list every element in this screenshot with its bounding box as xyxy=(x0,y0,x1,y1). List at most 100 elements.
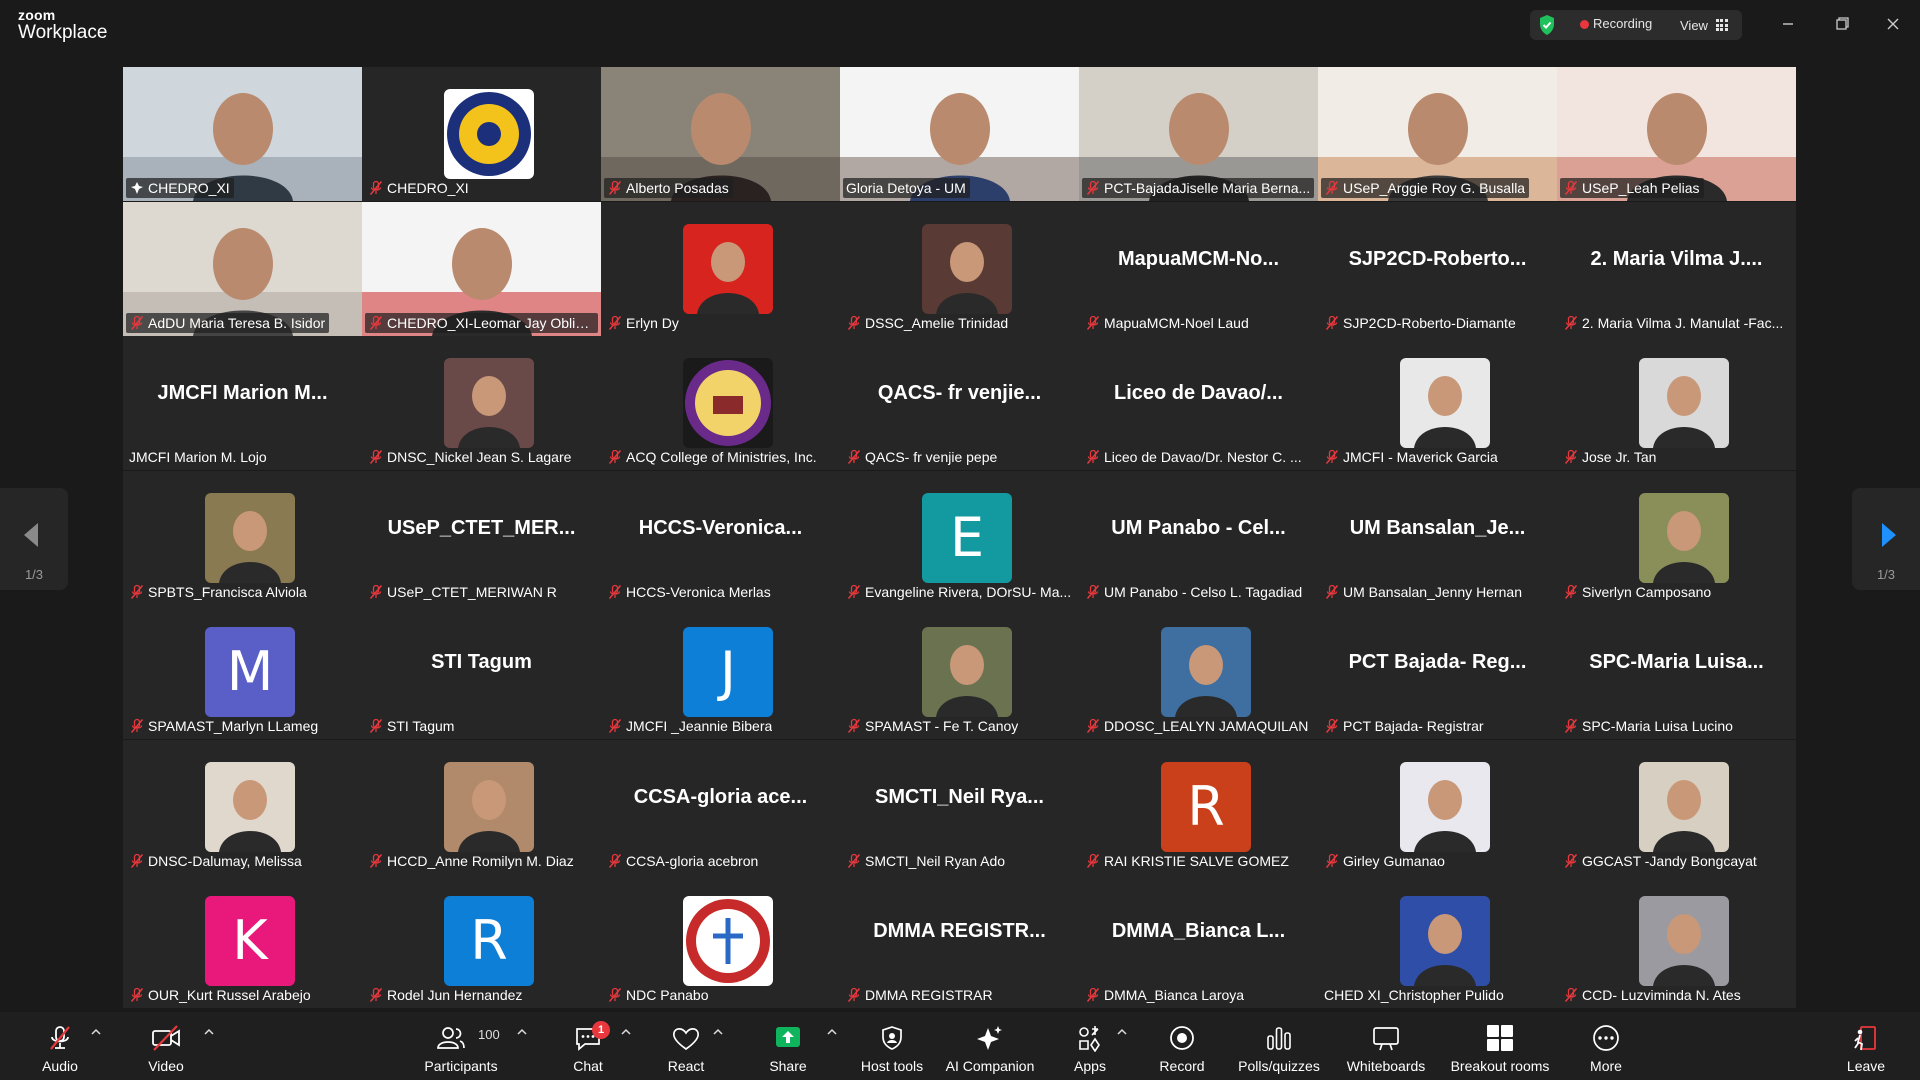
participant-tile[interactable]: UM Bansalan_Je... UM Bansalan_Jenny Herna… xyxy=(1318,471,1557,605)
participant-tile[interactable]: R Rodel Jun Hernandez xyxy=(362,874,601,1008)
muted-mic-icon xyxy=(1086,584,1100,599)
participant-tile[interactable]: JMCFI Marion M... JMCFI Marion M. Lojo xyxy=(123,336,362,470)
muted-mic-icon xyxy=(1086,718,1100,733)
polls-quizzes-button[interactable]: Polls/quizzes xyxy=(1232,1020,1326,1076)
muted-mic-icon xyxy=(1086,180,1100,195)
avatar-initial: R xyxy=(1161,762,1251,852)
audio-caret-icon[interactable] xyxy=(90,1028,102,1036)
apps-caret-icon[interactable] xyxy=(1116,1028,1128,1036)
participant-name-bar: Rodel Jun Hernandez xyxy=(365,985,526,1005)
leave-button[interactable]: Leave xyxy=(1834,1020,1898,1076)
participant-tile[interactable]: DDOSC_LEALYN JAMAQUILAN xyxy=(1079,605,1318,739)
participant-tile[interactable]: HCCS-Veronica... HCCS-Veronica Merlas xyxy=(601,471,840,605)
participant-tile[interactable]: M SPAMAST_Marlyn LLameg xyxy=(123,605,362,739)
participant-name: Evangeline Rivera, DOrSU- Ma... xyxy=(865,584,1072,600)
participant-tile[interactable]: Alberto Posadas xyxy=(601,67,840,201)
participant-tile[interactable]: SPAMAST - Fe T. Canoy xyxy=(840,605,1079,739)
minimize-icon[interactable] xyxy=(1775,12,1801,36)
participant-tile[interactable]: 2. Maria Vilma J.... 2. Maria Vilma J. Ma… xyxy=(1557,202,1796,336)
participant-tile[interactable]: Girley Gumanao xyxy=(1318,740,1557,874)
participant-tile[interactable]: DNSC_Nickel Jean S. Lagare xyxy=(362,336,601,470)
leave-door-icon xyxy=(1854,1026,1876,1051)
participants-caret-icon[interactable] xyxy=(516,1028,528,1036)
muted-mic-icon xyxy=(847,449,861,464)
participant-name-bar: USeP_Arggie Roy G. Busalla xyxy=(1321,178,1530,198)
participant-tile[interactable]: DMMA REGISTR... DMMA REGISTRAR xyxy=(840,874,1079,1008)
react-button[interactable]: React xyxy=(654,1020,718,1076)
participant-tile[interactable]: USeP_CTET_MER... USeP_CTET_MERIWAN R xyxy=(362,471,601,605)
participant-tile[interactable]: SJP2CD-Roberto... SJP2CD-Roberto-Diamante xyxy=(1318,202,1557,336)
participant-tile[interactable]: Liceo de Davao/... Liceo de Davao/Dr. Nes… xyxy=(1079,336,1318,470)
recording-label[interactable]: Recording xyxy=(1593,16,1652,31)
participant-tile[interactable]: Jose Jr. Tan xyxy=(1557,336,1796,470)
participant-display-name: PCT Bajada- Reg... xyxy=(1348,651,1527,673)
video-button[interactable]: Video xyxy=(134,1020,198,1076)
next-page-button[interactable]: 1/3 xyxy=(1852,488,1920,590)
avatar xyxy=(444,358,534,448)
participant-tile[interactable]: R RAI KRISTIE SALVE GOMEZ xyxy=(1079,740,1318,874)
participant-tile[interactable]: AdDU Maria Teresa B. Isidor xyxy=(123,202,362,336)
audio-button[interactable]: Audio xyxy=(28,1020,92,1076)
share-button[interactable]: Share xyxy=(756,1020,820,1076)
participant-tile[interactable]: J JMCFI _Jeannie Bibera xyxy=(601,605,840,739)
muted-mic-icon xyxy=(847,987,861,1002)
participant-name: USeP_Arggie Roy G. Busalla xyxy=(1343,180,1526,196)
more-button[interactable]: More xyxy=(1574,1020,1638,1076)
breakout-rooms-button[interactable]: Breakout rooms xyxy=(1446,1020,1554,1076)
participant-tile[interactable]: UM Panabo - Cel... UM Panabo - Celso L. T… xyxy=(1079,471,1318,605)
participant-name: UM Panabo - Celso L. Tagadiad xyxy=(1104,584,1303,600)
participant-tile[interactable]: QACS- fr venjie... QACS- fr venjie pepe xyxy=(840,336,1079,470)
participant-tile[interactable]: Erlyn Dy xyxy=(601,202,840,336)
chat-caret-icon[interactable] xyxy=(620,1028,632,1036)
participant-name: USeP_Leah Pelias xyxy=(1582,180,1700,196)
participant-tile[interactable]: CCSA-gloria ace... CCSA-gloria acebron xyxy=(601,740,840,874)
react-label: React xyxy=(667,1058,705,1074)
participant-tile[interactable]: SMCTI_Neil Rya... SMCTI_Neil Ryan Ado xyxy=(840,740,1079,874)
participant-tile[interactable]: CHED XI_Christopher Pulido xyxy=(1318,874,1557,1008)
participant-display-name: 2. Maria Vilma J.... xyxy=(1590,248,1763,270)
host-tools-button[interactable]: Host tools xyxy=(852,1020,932,1076)
restore-icon[interactable] xyxy=(1829,12,1855,36)
participant-tile[interactable]: HCCD_Anne Romilyn M. Diaz xyxy=(362,740,601,874)
participant-tile[interactable]: Gloria Detoya - UM xyxy=(840,67,1079,201)
previous-page-button[interactable]: 1/3 xyxy=(0,488,68,590)
participant-tile[interactable]: PCT Bajada- Reg... PCT Bajada- Registrar xyxy=(1318,605,1557,739)
participant-tile[interactable]: CHEDRO_XI xyxy=(362,67,601,201)
react-caret-icon[interactable] xyxy=(712,1028,724,1036)
participant-tile[interactable]: ACQ College of Ministries, Inc. xyxy=(601,336,840,470)
encryption-shield-icon[interactable] xyxy=(1538,14,1556,36)
participant-tile[interactable]: STI Tagum STI Tagum xyxy=(362,605,601,739)
participant-tile[interactable]: USeP_Arggie Roy G. Busalla xyxy=(1318,67,1557,201)
participant-tile[interactable]: K OUR_Kurt Russel Arabejo xyxy=(123,874,362,1008)
video-caret-icon[interactable] xyxy=(203,1028,215,1036)
participant-tile[interactable]: GGCAST -Jandy Bongcayat xyxy=(1557,740,1796,874)
close-icon[interactable] xyxy=(1880,12,1906,36)
participant-tile[interactable]: USeP_Leah Pelias xyxy=(1557,67,1796,201)
participant-name-bar: CHEDRO_XI-Leomar Jay Oblia... xyxy=(365,313,598,333)
participant-tile[interactable]: CHEDRO_XI xyxy=(123,67,362,201)
apps-button[interactable]: Apps xyxy=(1058,1020,1122,1076)
participant-tile[interactable]: Siverlyn Camposano xyxy=(1557,471,1796,605)
participant-tile[interactable]: JMCFI - Maverick Garcia xyxy=(1318,336,1557,470)
participant-tile[interactable]: CHEDRO_XI-Leomar Jay Oblia... xyxy=(362,202,601,336)
participant-tile[interactable]: SPC-Maria Luisa... SPC-Maria Luisa Lucino xyxy=(1557,605,1796,739)
participant-tile[interactable]: DSSC_Amelie Trinidad xyxy=(840,202,1079,336)
participant-tile[interactable]: DMMA_Bianca L... DMMA_Bianca Laroya xyxy=(1079,874,1318,1008)
participant-name-bar: Gloria Detoya - UM xyxy=(843,178,970,198)
participant-tile[interactable]: PCT-BajadaJiselle Maria Berna... xyxy=(1079,67,1318,201)
participant-tile[interactable]: MapuaMCM-No... MapuaMCM-Noel Laud xyxy=(1079,202,1318,336)
participant-tile[interactable]: CCD- Luzviminda N. Ates xyxy=(1557,874,1796,1008)
participant-tile[interactable]: SPBTS_Francisca Alviola xyxy=(123,471,362,605)
record-button[interactable]: Record xyxy=(1150,1020,1214,1076)
participant-tile[interactable]: DNSC-Dalumay, Melissa xyxy=(123,740,362,874)
participant-tile[interactable]: NDC Panabo xyxy=(601,874,840,1008)
whiteboards-button[interactable]: Whiteboards xyxy=(1338,1020,1434,1076)
ai-companion-button[interactable]: AI Companion xyxy=(940,1020,1040,1076)
participant-tile[interactable]: E Evangeline Rivera, DOrSU- Ma... xyxy=(840,471,1079,605)
share-caret-icon[interactable] xyxy=(826,1028,838,1036)
participant-name-bar: UM Bansalan_Jenny Hernan xyxy=(1321,582,1526,602)
chat-button[interactable]: Chat xyxy=(556,1020,620,1076)
share-label: Share xyxy=(769,1058,807,1074)
view-button[interactable]: View xyxy=(1680,14,1728,36)
muted-mic-icon xyxy=(1564,449,1578,464)
